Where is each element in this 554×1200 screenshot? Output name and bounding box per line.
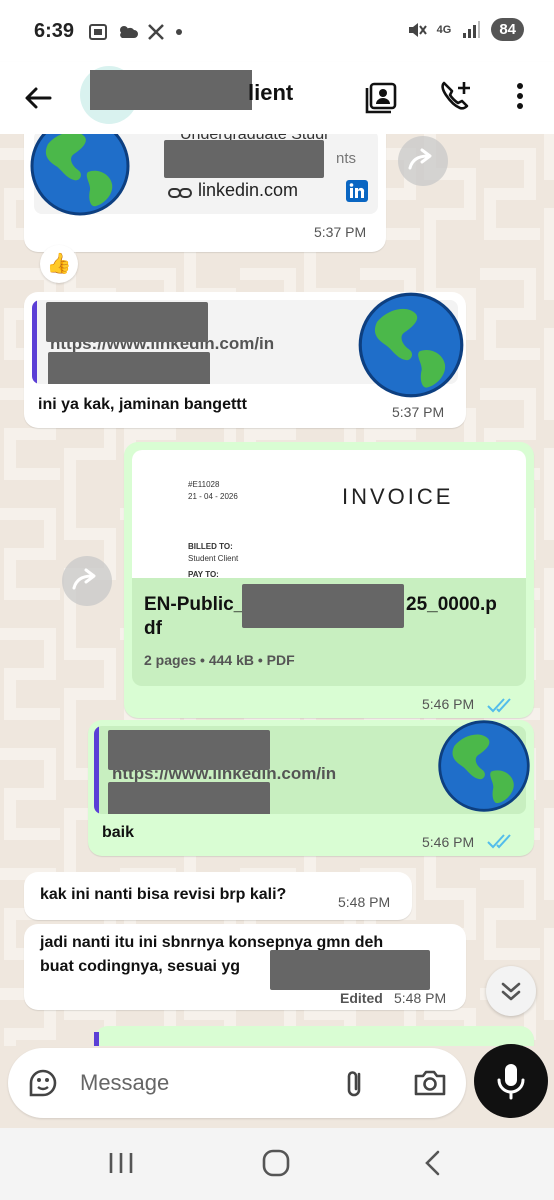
invoice-date: 21 - 04 - 2026 (188, 492, 238, 501)
signal-icon (463, 20, 481, 38)
redacted-quote-bottom (48, 352, 210, 384)
contact-name[interactable]: lient (248, 80, 293, 106)
battery-level: 84 (491, 18, 524, 41)
chat-header: lient (0, 62, 554, 134)
status-bar: 6:39 4G 84 (0, 0, 554, 62)
message-time: 5:48 PM (338, 894, 391, 910)
back-arrow-icon[interactable] (20, 80, 56, 116)
file-meta: 2 pages • 444 kB • PDF (144, 652, 295, 668)
weather-icon (120, 26, 138, 38)
preview-subtitle: nts (336, 150, 357, 167)
invoice-thumbnail: #E11028 21 - 04 - 2026 INVOICE BILLED TO… (132, 450, 526, 579)
redacted-file-name (242, 584, 404, 628)
read-ticks-icon (487, 834, 511, 849)
billed-to-value: Student Client (188, 554, 239, 563)
link-icon (168, 188, 192, 198)
message-input[interactable]: Message (80, 1070, 169, 1096)
globe-sticker-icon (30, 134, 130, 216)
message-time: 5:46 PM (422, 696, 475, 712)
redacted-preview-text (164, 140, 324, 178)
contact-card-icon[interactable] (362, 76, 402, 116)
link-host: linkedin.com (198, 180, 299, 200)
quote-bar (94, 1032, 99, 1046)
double-chevron-down-icon (501, 982, 521, 1001)
quote-bar (94, 726, 99, 814)
message-line-2: buat codingnya, sesuai yg (40, 958, 241, 975)
invoice-heading: INVOICE (342, 484, 454, 509)
dot-icon (176, 29, 182, 35)
redacted-quote-bottom (108, 782, 270, 814)
voice-message-button[interactable] (474, 1044, 548, 1118)
redacted-quote-top (108, 730, 270, 770)
redacted-quote-top (46, 302, 208, 342)
message-time: 5:37 PM (392, 404, 445, 420)
chat-message-list[interactable]: Undergraduate Studi nts linkedin.com 5:3… (0, 134, 554, 1046)
network-type: 4G (436, 23, 452, 36)
globe-thumbnail-icon (358, 292, 464, 398)
globe-thumbnail-icon (438, 720, 530, 812)
linkedin-icon (346, 180, 368, 202)
add-call-icon[interactable] (436, 76, 476, 116)
screenshot-icon (89, 24, 107, 40)
home-icon[interactable] (260, 1148, 292, 1178)
system-nav-bar (0, 1128, 554, 1200)
message-text-bubble[interactable]: kak ini nanti bisa revisi brp kali? 5:48… (24, 872, 412, 920)
message-time: 5:46 PM (422, 834, 475, 850)
redacted-text (270, 950, 430, 990)
recent-apps-icon[interactable] (104, 1148, 138, 1178)
forward-button[interactable] (62, 556, 112, 606)
edited-label: Edited (340, 990, 383, 1006)
status-time: 6:39 (34, 20, 75, 42)
more-options-icon[interactable] (500, 76, 540, 116)
sticker-icon[interactable] (26, 1066, 60, 1100)
camera-icon[interactable] (412, 1066, 448, 1100)
message-composer: Message (8, 1048, 466, 1118)
pay-to-label: PAY TO: (188, 570, 219, 579)
document-attachment[interactable]: #E11028 21 - 04 - 2026 INVOICE BILLED TO… (132, 450, 526, 686)
forward-button[interactable] (398, 136, 448, 186)
status-system-icons: 4G 84 (407, 18, 524, 41)
invoice-number: #E11028 (188, 480, 220, 489)
forward-arrow-icon (72, 568, 96, 590)
file-name-wrap: df (144, 618, 162, 639)
reaction-badge[interactable]: 👍 (40, 245, 78, 283)
message-document[interactable]: #E11028 21 - 04 - 2026 INVOICE BILLED TO… (124, 442, 534, 718)
redacted-contact-name (90, 70, 252, 110)
quote-bar (32, 300, 37, 384)
message-text: kak ini nanti bisa revisi brp kali? (40, 886, 287, 903)
billed-to-label: BILLED TO: (188, 542, 233, 551)
x-app-icon (148, 24, 164, 40)
forward-arrow-icon (408, 148, 432, 170)
message-text: ini ya kak, jaminan bangettt (38, 396, 247, 413)
microphone-icon (497, 1064, 525, 1100)
status-notification-icons (88, 22, 184, 42)
message-text-bubble[interactable]: jadi nanti itu ini sbnrnya konsepnya gmn… (24, 924, 466, 1010)
message-time: 5:37 PM (314, 224, 367, 240)
scroll-to-bottom-button[interactable] (486, 966, 536, 1016)
message-time: 5:48 PM (394, 990, 447, 1006)
file-name-start: EN-Public_ (144, 594, 245, 615)
message-partial[interactable] (94, 1026, 534, 1046)
attach-icon[interactable] (338, 1066, 372, 1100)
message-text: baik (102, 824, 135, 841)
read-ticks-icon (487, 698, 511, 713)
mute-icon (408, 22, 427, 37)
back-nav-icon[interactable] (418, 1148, 448, 1178)
file-name-end: 25_0000.p (406, 594, 497, 615)
